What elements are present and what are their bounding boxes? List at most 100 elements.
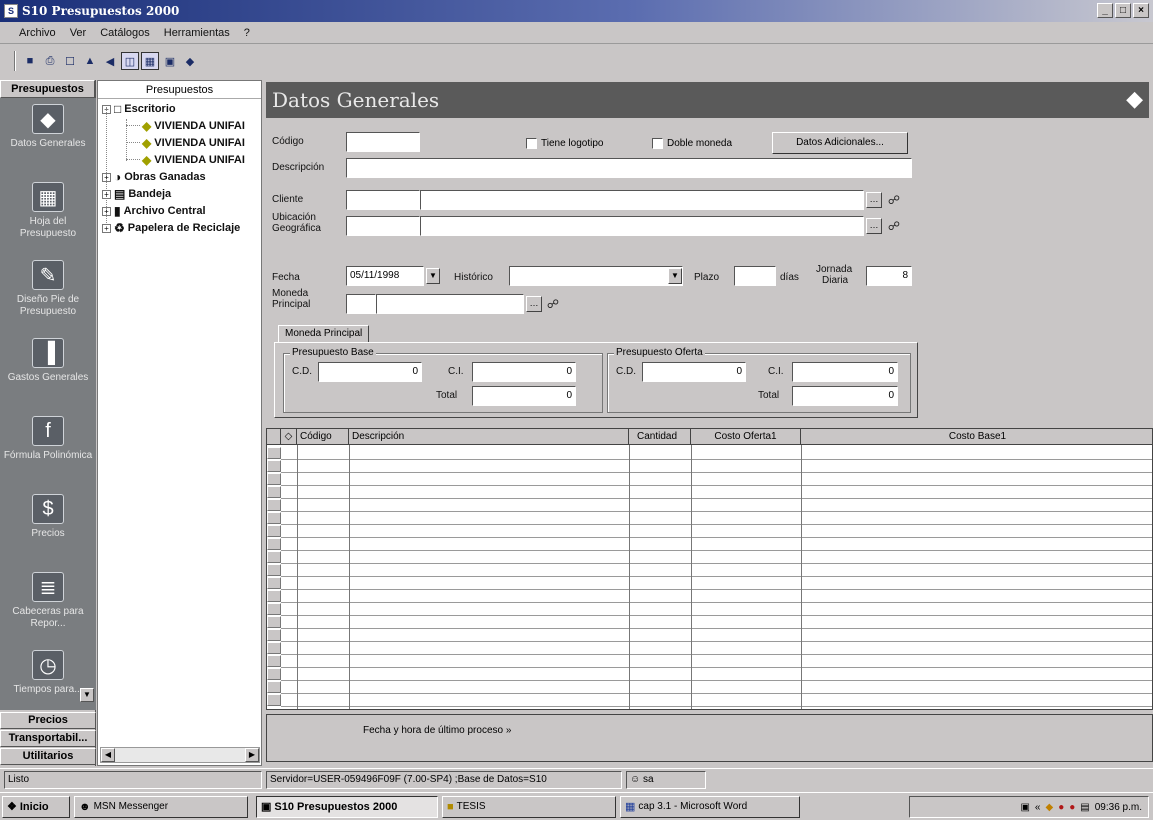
print-icon[interactable]: ⎙ <box>41 52 59 70</box>
expand-icon[interactable]: + <box>102 206 111 216</box>
save-icon[interactable]: ■ <box>21 52 39 70</box>
moneda-lookup-button[interactable]: … <box>526 296 542 312</box>
tray-network-icon[interactable]: ▤ <box>1080 802 1089 813</box>
tray-shield-icon[interactable]: ◆ <box>1045 802 1053 813</box>
expand-icon[interactable]: + <box>102 223 111 233</box>
arrow-up-icon[interactable]: ▲ <box>81 52 99 70</box>
menu-herramientas[interactable]: Herramientas <box>161 26 233 40</box>
tray-monitor-icon[interactable]: ▣ <box>1020 802 1029 813</box>
outlook-item-precios[interactable]: $ Precios <box>0 488 96 566</box>
binoculars-icon[interactable]: ☍ <box>886 218 902 234</box>
codigo-input[interactable] <box>346 132 420 152</box>
tree-node-vivienda-1[interactable]: ◆ VIVIENDA UNIFAI <box>142 119 245 133</box>
grid-corner[interactable] <box>267 429 281 445</box>
tree-node-vivienda-2[interactable]: ◆ VIVIENDA UNIFAI <box>142 136 245 150</box>
checkbox-box[interactable] <box>652 138 663 149</box>
grid-row-header[interactable] <box>267 590 281 602</box>
datos-adicionales-button[interactable]: Datos Adicionales... <box>772 132 908 154</box>
oferta-total-input[interactable]: 0 <box>792 386 898 406</box>
tree-node-escritorio[interactable]: − □ Escritorio <box>102 102 176 116</box>
outlook-item-cabeceras[interactable]: ≣ Cabeceras para Repor... <box>0 566 96 644</box>
tab-moneda-principal[interactable]: Moneda Principal <box>278 325 370 343</box>
grid-row-header[interactable] <box>267 525 281 537</box>
checkbox-box[interactable] <box>526 138 537 149</box>
tray-antivirus-icon[interactable]: ● <box>1058 802 1064 813</box>
tray-arrows-icon[interactable]: « <box>1035 802 1041 813</box>
start-button[interactable]: ❖ Inicio <box>2 796 70 818</box>
maximize-button[interactable]: □ <box>1115 3 1131 18</box>
taskbar-tesis-folder[interactable]: ■ TESIS <box>442 796 616 818</box>
menu-archivo[interactable]: Archivo <box>16 26 59 40</box>
grid-row-header[interactable] <box>267 642 281 654</box>
base-ci-input[interactable]: 0 <box>472 362 576 382</box>
app-icon[interactable]: S <box>4 4 18 18</box>
tag-icon[interactable]: ◆ <box>181 52 199 70</box>
outlook-item-hoja-presupuesto[interactable]: ▦ Hoja del Presupuesto <box>0 176 96 254</box>
moneda-name-input[interactable] <box>376 294 524 314</box>
tray-alert-icon[interactable]: ● <box>1069 802 1075 813</box>
grid-row-header[interactable] <box>267 603 281 615</box>
grid-row-header[interactable] <box>267 655 281 667</box>
fecha-dropdown-icon[interactable]: ▼ <box>426 268 440 284</box>
grid-col-costo-base[interactable]: Costo Base1 <box>801 429 1152 445</box>
ubicacion-name-input[interactable] <box>420 216 864 236</box>
grid-col-costo-oferta[interactable]: Costo Oferta1 <box>691 429 801 445</box>
scroll-left-icon[interactable]: ◀ <box>101 748 115 762</box>
tree-node-papelera[interactable]: + ♻ Papelera de Reciclaje <box>102 221 240 235</box>
ubicacion-lookup-button[interactable]: … <box>866 218 882 234</box>
cliente-lookup-button[interactable]: … <box>866 192 882 208</box>
outlook-item-formula-polinomica[interactable]: f Fórmula Polinómica <box>0 410 96 488</box>
doble-moneda-checkbox[interactable]: Doble moneda <box>652 138 732 149</box>
expand-icon[interactable]: + <box>102 189 111 199</box>
descripcion-input[interactable] <box>346 158 912 178</box>
monitor-icon[interactable]: ▣ <box>161 52 179 70</box>
tray-clock[interactable]: 09:36 p.m. <box>1095 802 1142 813</box>
print-preview-icon[interactable]: ☐ <box>61 52 79 70</box>
base-total-input[interactable]: 0 <box>472 386 576 406</box>
grid-row-header[interactable] <box>267 681 281 693</box>
taskbar-msn-messenger[interactable]: ☻ MSN Messenger <box>74 796 248 818</box>
jornada-input[interactable]: 8 <box>866 266 912 286</box>
grid-row-header[interactable] <box>267 447 281 459</box>
binoculars-icon[interactable]: ☍ <box>545 296 561 312</box>
oferta-ci-input[interactable]: 0 <box>792 362 898 382</box>
outlook-category-utilitarios[interactable]: Utilitarios <box>0 748 96 765</box>
grid-col-cantidad[interactable]: Cantidad <box>629 429 691 445</box>
menu-ver[interactable]: Ver <box>67 26 90 40</box>
grid-row-header[interactable] <box>267 473 281 485</box>
base-cd-input[interactable]: 0 <box>318 362 422 382</box>
grid-row-header[interactable] <box>267 538 281 550</box>
collapse-icon[interactable]: − <box>102 104 111 114</box>
scroll-down-icon[interactable]: ▼ <box>80 688 94 702</box>
taskbar-word-document[interactable]: ▦ cap 3.1 - Microsoft Word <box>620 796 800 818</box>
grid-row-header[interactable] <box>267 668 281 680</box>
grid-col-marker[interactable]: ◇ <box>281 429 297 445</box>
grid-col-codigo[interactable]: Código <box>297 429 349 445</box>
tree-horizontal-scrollbar[interactable]: ◀ ▶ <box>100 747 260 763</box>
grid-row-header[interactable] <box>267 616 281 628</box>
outlook-category-transportabilidad[interactable]: Transportabil... <box>0 730 96 747</box>
grid-row-header[interactable] <box>267 512 281 524</box>
cliente-name-input[interactable] <box>420 190 864 210</box>
plazo-input[interactable] <box>734 266 776 286</box>
grid-col-descripcion[interactable]: Descripción <box>349 429 629 445</box>
historico-select[interactable] <box>509 266 683 286</box>
moneda-code-input[interactable] <box>346 294 376 314</box>
expand-icon[interactable]: + <box>102 172 111 182</box>
partidas-grid[interactable]: ◇ Código Descripción Cantidad Costo Ofer… <box>266 428 1153 710</box>
grid-row-header[interactable] <box>267 499 281 511</box>
fecha-input[interactable]: 05/11/1998 <box>346 266 424 286</box>
grid-row-header[interactable] <box>267 629 281 641</box>
view-tree-icon[interactable]: ▦ <box>141 52 159 70</box>
grid-row-header[interactable] <box>267 486 281 498</box>
outlook-item-gastos-generales[interactable]: ▐ Gastos Generales <box>0 332 96 410</box>
tiene-logotipo-checkbox[interactable]: Tiene logotipo <box>526 138 603 149</box>
outlook-item-diseno-pie[interactable]: ✎ Diseño Pie de Presupuesto <box>0 254 96 332</box>
outlook-category-precios[interactable]: Precios <box>0 712 96 729</box>
close-button[interactable]: × <box>1133 3 1149 18</box>
tree-node-obras-ganadas[interactable]: + ◑ Obras Ganadas <box>102 170 206 184</box>
arrow-left-icon[interactable]: ◀ <box>101 52 119 70</box>
tree-node-vivienda-3[interactable]: ◆ VIVIENDA UNIFAI <box>142 153 245 167</box>
ubicacion-code-input[interactable] <box>346 216 420 236</box>
historico-dropdown-icon[interactable]: ▼ <box>668 268 682 284</box>
